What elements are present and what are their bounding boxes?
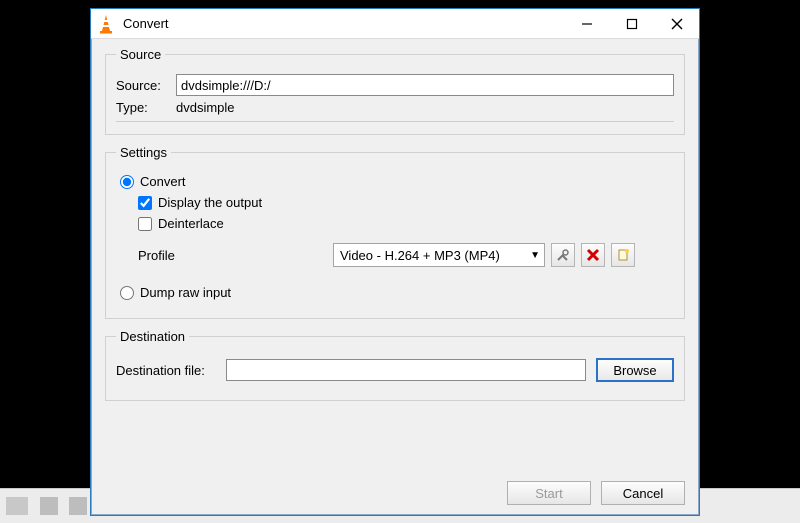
destination-file-input[interactable]	[226, 359, 586, 381]
divider	[116, 121, 674, 122]
window-title: Convert	[123, 16, 564, 31]
source-input[interactable]	[176, 74, 674, 96]
close-button[interactable]	[654, 9, 699, 38]
dump-raw-label: Dump raw input	[140, 285, 231, 300]
dialog-buttons: Start Cancel	[497, 481, 685, 505]
edit-profile-button[interactable]	[551, 243, 575, 267]
start-button[interactable]: Start	[507, 481, 591, 505]
settings-legend: Settings	[116, 145, 171, 160]
titlebar: Convert	[91, 9, 699, 39]
profile-label: Profile	[138, 248, 333, 263]
deinterlace-checkbox[interactable]	[138, 217, 152, 231]
source-legend: Source	[116, 47, 165, 62]
source-group: Source Source: Type: dvdsimple	[105, 47, 685, 135]
display-output-checkbox[interactable]	[138, 196, 152, 210]
type-label: Type:	[116, 100, 176, 115]
cancel-button[interactable]: Cancel	[601, 481, 685, 505]
new-file-icon	[616, 248, 630, 262]
type-value: dvdsimple	[176, 100, 235, 115]
destination-legend: Destination	[116, 329, 189, 344]
browse-button[interactable]: Browse	[596, 358, 674, 382]
media-control-button[interactable]	[6, 497, 28, 515]
deinterlace-label: Deinterlace	[158, 216, 224, 231]
destination-file-label: Destination file:	[116, 363, 226, 378]
minimize-button[interactable]	[564, 9, 609, 38]
settings-group: Settings Convert Display the output Dein…	[105, 145, 685, 319]
vlc-cone-icon	[97, 14, 115, 34]
profile-combobox[interactable]: Video - H.264 + MP3 (MP4) ▼	[333, 243, 545, 267]
tools-icon	[556, 248, 570, 262]
media-control-button[interactable]	[69, 497, 87, 515]
new-profile-button[interactable]	[611, 243, 635, 267]
dump-raw-radio[interactable]	[120, 286, 134, 300]
display-output-label: Display the output	[158, 195, 262, 210]
convert-radio-label: Convert	[140, 174, 186, 189]
maximize-button[interactable]	[609, 9, 654, 38]
destination-group: Destination Destination file: Browse	[105, 329, 685, 401]
profile-selected-value: Video - H.264 + MP3 (MP4)	[340, 248, 500, 263]
delete-profile-button[interactable]	[581, 243, 605, 267]
chevron-down-icon: ▼	[530, 250, 540, 261]
media-control-button[interactable]	[40, 497, 58, 515]
convert-dialog: Convert Source Source:	[90, 8, 700, 516]
source-label: Source:	[116, 78, 176, 93]
convert-radio[interactable]	[120, 175, 134, 189]
red-x-icon	[586, 248, 600, 262]
